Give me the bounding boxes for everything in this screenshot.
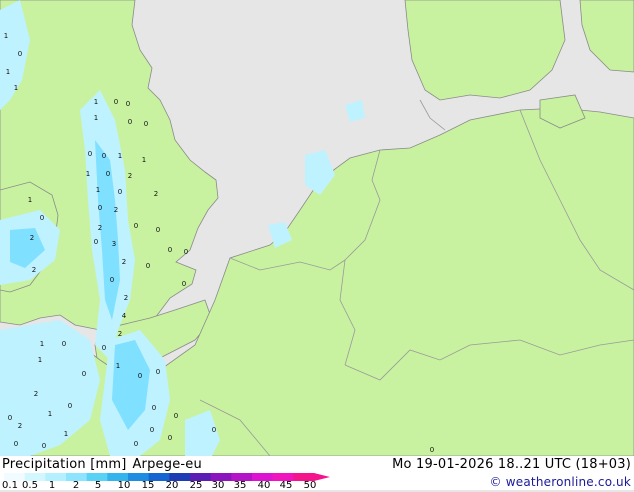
map-title: Precipitation [mm] Arpege-eu [2,457,202,472]
precip-value-label: 1 [86,170,90,178]
precip-value-label: 0 [212,426,216,434]
legend-tick-label: 20 [165,480,179,491]
credit-text: © weatheronline.co.uk [489,475,631,489]
precip-value-label: 1 [4,32,8,40]
legend-tick-label: 50 [303,480,317,491]
legend-tick-label: 30 [211,480,225,491]
precip-value-label: 1 [48,410,52,418]
precip-value-label: 0 [150,426,154,434]
precip-value-label: 0 [102,344,106,352]
legend-tick-label: 0.5 [22,480,38,491]
precip-value-label: 2 [154,190,158,198]
precip-value-label: 1 [94,98,98,106]
precip-value-label: 1 [38,356,42,364]
legend-tick-label: 5 [94,480,102,491]
precip-value-label: 0 [82,370,86,378]
precip-value-label: 2 [118,330,122,338]
precip-value-label: 0 [144,120,148,128]
precip-value-label: 2 [128,172,132,180]
precip-value-label: 0 [146,262,150,270]
legend-tick-label: 1 [48,480,56,491]
precip-value-label: 0 [128,118,132,126]
precip-value-label: 2 [18,422,22,430]
precip-value-label: 0 [168,434,172,442]
precip-value-label: 1 [142,156,146,164]
precip-value-label: 0 [126,100,130,108]
legend-tick-label: 35 [233,480,247,491]
precip-value-label: 2 [122,258,126,266]
precip-value-label: 0 [106,170,110,178]
precip-value-label: 2 [32,266,36,274]
precip-value-label: 1 [94,114,98,122]
precip-value-label: 0 [42,442,46,450]
legend-tick-label: 40 [257,480,271,491]
precip-value-label: 4 [122,312,127,320]
legend-tick-label: 0.1 [2,480,18,491]
precip-value-label: 0 [88,150,92,158]
precip-value-label: 1 [96,186,100,194]
legend-tick-label: 25 [189,480,203,491]
precip-value-label: 0 [134,222,138,230]
precip-value-label: 0 [114,98,118,106]
precip-value-label: 0 [40,214,44,222]
precip-value-label: 0 [110,276,114,284]
precip-value-label: 2 [34,390,38,398]
precip-value-label: 0 [102,152,106,160]
precip-value-label: 0 [182,280,186,288]
precip-value-label: 0 [68,402,72,410]
precip-value-label: 0 [14,440,18,448]
precipitation-map: 10111 0 01 0 00 0 1 11 0 21 0 20 2102 0 03020 022 00 0242… [0,0,634,456]
precip-value-label: 0 [8,414,12,422]
model-name: Arpege-eu [132,457,202,472]
precip-value-label: 0 [184,248,188,256]
credit[interactable]: © weatheronline.co.uk [476,475,631,489]
precip-value-label: 0 [156,368,160,376]
precip-value-label: 2 [30,234,34,242]
precip-value-label: 1 [118,152,122,160]
precip-value-label: 0 [430,446,434,454]
legend-tick-label: 10 [117,480,131,491]
precip-value-label: 0 [134,440,138,448]
precip-value-label: 0 [62,340,66,348]
precip-value-label: 0 [174,412,178,420]
footer: Precipitation [mm] Arpege-eu Mo 19-01-202… [0,456,634,492]
precip-value-label: 0 [98,204,102,212]
precip-value-label: 1 [40,340,44,348]
precip-value-label: 1 [116,362,120,370]
precip-value-label: 0 [18,50,22,58]
precip-value-label: 0 [138,372,142,380]
precip-value-label: 1 [14,84,18,92]
precip-value-label: 0 [156,226,160,234]
precip-value-label: 2 [114,206,118,214]
title-text: Precipitation [mm] [2,457,127,472]
precip-value-label: 2 [124,294,128,302]
precip-value-label: 0 [94,238,98,246]
precip-value-label: 2 [98,224,102,232]
legend-ticks: 0.1 0.5 1 2 5 10 15 20 25 30 35 40 45 50 [0,480,340,492]
valid-datetime: Mo 19-01-2026 18..21 UTC (18+03) [392,457,631,472]
precip-value-label: 0 [168,246,172,254]
precip-value-label: 0 [152,404,156,412]
precip-value-label: 0 [118,188,122,196]
precip-value-label: 1 [6,68,10,76]
precip-value-label: 3 [112,240,116,248]
precip-value-label: 1 [64,430,68,438]
legend-tick-label: 45 [279,480,293,491]
precip-value-label: 1 [28,196,32,204]
legend-tick-label: 15 [141,480,155,491]
legend-tick-label: 2 [72,480,80,491]
